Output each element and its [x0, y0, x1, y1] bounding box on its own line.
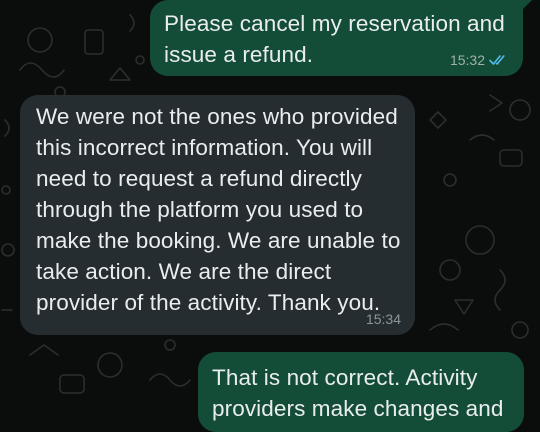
- double-check-read-icon: [489, 55, 505, 65]
- message-meta: 15:32: [450, 52, 509, 68]
- message-meta: 15:34: [366, 311, 401, 327]
- bubble-tail-icon: [512, 0, 532, 14]
- outgoing-message-bubble[interactable]: That is not correct. Activity providers …: [198, 352, 524, 432]
- chat-message-list[interactable]: Please cancel my reservation and issue a…: [0, 0, 540, 432]
- message-timestamp: 15:34: [365, 311, 401, 327]
- message-timestamp: 15:32: [449, 52, 485, 68]
- incoming-message-bubble[interactable]: We were not the ones who provided this i…: [20, 95, 415, 335]
- message-text: We were not the ones who provided this i…: [36, 104, 401, 315]
- outgoing-message-bubble[interactable]: Please cancel my reservation and issue a…: [150, 0, 532, 76]
- message-text: That is not correct. Activity providers …: [212, 365, 504, 421]
